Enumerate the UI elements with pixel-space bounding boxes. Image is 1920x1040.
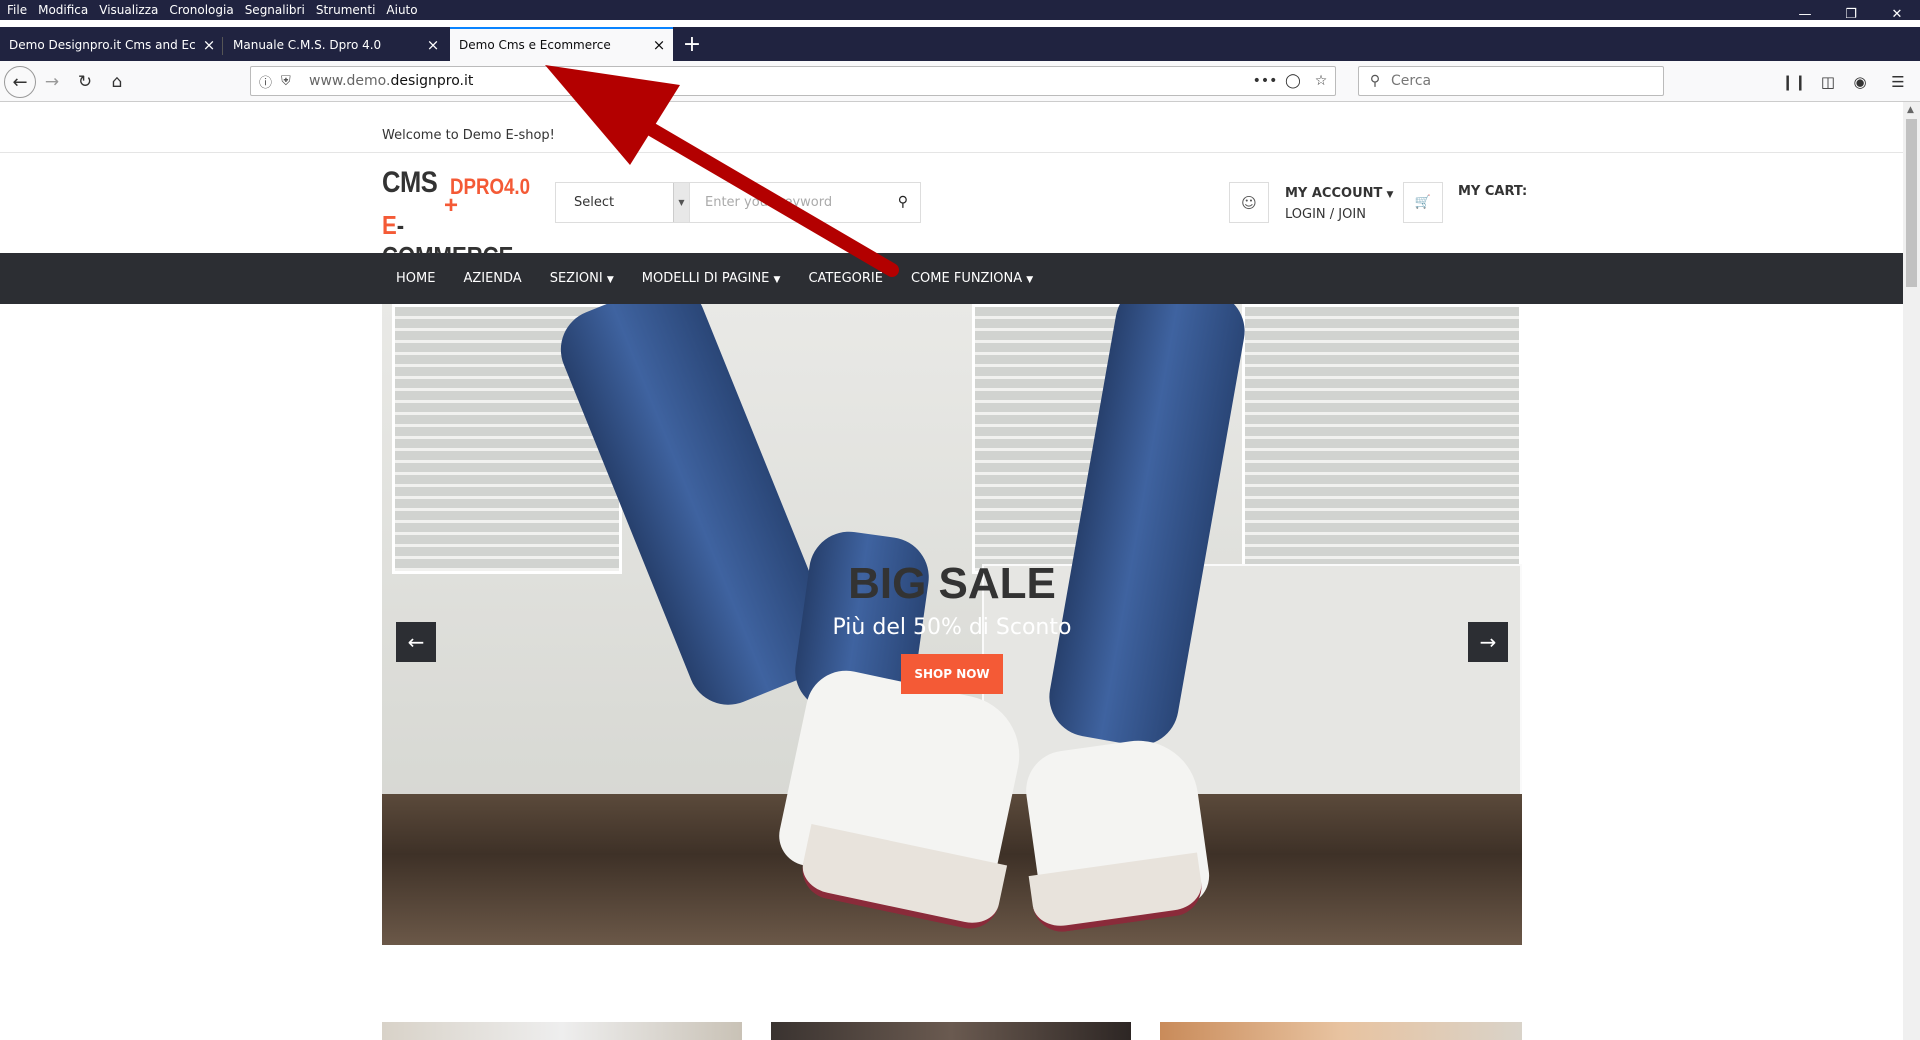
main-navigation: HOME AZIENDA SEZIONI ▼ MODELLI DI PAGINE… <box>0 253 1903 304</box>
scroll-thumb[interactable] <box>1906 119 1917 287</box>
slider-prev-arrow-icon[interactable]: ← <box>396 622 436 662</box>
forward-button[interactable]: → <box>38 68 66 96</box>
search-bar[interactable]: ⚲ Cerca <box>1358 66 1664 96</box>
tab-title: Demo Designpro.it Cms and Ecomm <box>9 38 195 52</box>
nav-label: COME FUNZIONA <box>910 271 1023 286</box>
url-prefix: www.demo. <box>309 73 391 89</box>
tab-strip: Demo Designpro.it Cms and Ecomm × Manual… <box>0 27 1920 61</box>
search-icon[interactable]: ⚲ <box>898 194 908 210</box>
tab-manuale[interactable]: Manuale C.M.S. Dpro 4.0 × <box>224 29 447 61</box>
caret-down-icon: ▼ <box>1026 275 1034 285</box>
nav-categorie[interactable]: CATEGORIE <box>808 271 883 286</box>
slider-next-arrow-icon[interactable]: → <box>1468 622 1508 662</box>
close-window-icon[interactable]: ✕ <box>1874 0 1920 28</box>
tab-title: Demo Cms e Ecommerce <box>459 38 611 52</box>
menu-strumenti[interactable]: Strumenti <box>316 3 376 17</box>
menu-modifica[interactable]: Modifica <box>38 3 88 17</box>
nav-modelli[interactable]: MODELLI DI PAGINE ▼ <box>642 271 781 286</box>
info-icon[interactable]: ⓘ <box>259 72 281 91</box>
nav-label: MODELLI DI PAGINE <box>641 271 770 286</box>
divider <box>0 152 1903 153</box>
tab-demo-cms-active[interactable]: Demo Cms e Ecommerce × <box>450 27 673 61</box>
back-button[interactable]: ← <box>4 66 36 98</box>
minimize-icon[interactable]: — <box>1782 0 1828 28</box>
url-text[interactable]: www.demo.designpro.it <box>303 73 1251 89</box>
logo-cms: CMS <box>382 166 438 199</box>
hamburger-menu-icon[interactable]: ☰ <box>1884 68 1912 96</box>
select-value: Select <box>574 195 615 210</box>
nav-sezioni[interactable]: SEZIONI ▼ <box>550 271 614 286</box>
logo-e: E <box>382 210 397 240</box>
home-button[interactable]: ⌂ <box>103 68 131 96</box>
nav-azienda[interactable]: AZIENDA <box>463 271 521 286</box>
url-bar[interactable]: ⓘ ⛨ www.demo.designpro.it ••• ◯ ☆ <box>250 66 1336 96</box>
login-join-link[interactable]: LOGIN / JOIN <box>1285 207 1366 222</box>
menu-file[interactable]: File <box>7 3 27 17</box>
hero-slider: BIG SALE Più del 50% di Sconto SHOP NOW … <box>382 304 1522 945</box>
menu-aiuto[interactable]: Aiuto <box>386 3 417 17</box>
shield-icon[interactable]: ⛨ <box>281 74 303 89</box>
restore-icon[interactable]: ❐ <box>1828 0 1874 28</box>
library-icon[interactable]: ❙❙ <box>1780 68 1808 96</box>
my-cart-label[interactable]: MY CART: <box>1458 184 1527 199</box>
tab-demo-designpro[interactable]: Demo Designpro.it Cms and Ecomm × <box>0 29 223 61</box>
keyword-placeholder: Enter your keyword <box>705 195 833 210</box>
page-actions-icon[interactable]: ••• <box>1251 73 1279 89</box>
window-shutter <box>1242 304 1522 574</box>
logo-dpro: DPRO4.0 <box>450 174 531 199</box>
search-placeholder: Cerca <box>1391 73 1432 89</box>
hero-title: BIG SALE <box>848 559 1056 608</box>
welcome-text: Welcome to Demo E-shop! <box>382 128 555 143</box>
nav-home[interactable]: HOME <box>396 271 435 286</box>
bookmark-star-icon[interactable]: ☆ <box>1307 73 1335 89</box>
reload-button[interactable]: ↻ <box>71 68 99 96</box>
browser-menubar: File Modifica Visualizza Cronologia Segn… <box>0 0 1920 20</box>
caret-down-icon: ▼ <box>606 275 614 285</box>
window-controls: — ❐ ✕ <box>1782 0 1920 28</box>
user-icon[interactable]: ☺ <box>1229 182 1269 223</box>
cart-icon[interactable]: 🛒 <box>1403 182 1443 223</box>
url-domain: designpro.it <box>390 73 474 89</box>
search-icon: ⚲ <box>1369 73 1381 89</box>
close-tab-icon[interactable]: × <box>195 36 223 54</box>
nav-come-funziona[interactable]: COME FUNZIONA ▼ <box>911 271 1033 286</box>
category-select[interactable]: Select ▼ <box>555 182 690 223</box>
product-thumb[interactable] <box>382 1022 742 1040</box>
page-scrollbar[interactable]: ▲ <box>1903 102 1920 1040</box>
product-thumb[interactable] <box>1160 1022 1522 1040</box>
menu-visualizza[interactable]: Visualizza <box>99 3 158 17</box>
account-icon[interactable]: ◉ <box>1846 68 1874 96</box>
pocket-icon[interactable]: ◯ <box>1279 73 1307 89</box>
nav-label: SEZIONI <box>549 271 603 286</box>
browser-toolbar: ← → ↻ ⌂ ⓘ ⛨ www.demo.designpro.it ••• ◯ … <box>0 61 1920 102</box>
shop-now-button[interactable]: SHOP NOW <box>901 654 1003 694</box>
my-account-label[interactable]: MY ACCOUNT <box>1285 186 1382 201</box>
account-block[interactable]: MY ACCOUNT ▼ LOGIN / JOIN <box>1285 184 1393 225</box>
caret-down-icon: ▼ <box>1386 190 1394 200</box>
close-tab-icon[interactable]: × <box>645 36 673 54</box>
chevron-down-icon: ▼ <box>673 183 689 222</box>
sidebar-icon[interactable]: ◫ <box>1814 68 1842 96</box>
web-page: Welcome to Demo E-shop! CMS DPRO4.0 + E-… <box>0 102 1903 1040</box>
menu-cronologia[interactable]: Cronologia <box>169 3 233 17</box>
menu-segnalibri[interactable]: Segnalibri <box>245 3 305 17</box>
product-thumb[interactable] <box>771 1022 1131 1040</box>
hero-subtitle: Più del 50% di Sconto <box>832 615 1072 640</box>
scroll-up-icon[interactable]: ▲ <box>1907 105 1914 115</box>
caret-down-icon: ▼ <box>773 275 781 285</box>
site-logo[interactable]: CMS DPRO4.0 + E-COMMERCE <box>382 166 542 271</box>
tab-title: Manuale C.M.S. Dpro 4.0 <box>233 38 382 52</box>
keyword-search-input[interactable]: Enter your keyword ⚲ <box>689 182 921 223</box>
close-tab-icon[interactable]: × <box>419 36 447 54</box>
new-tab-button[interactable]: + <box>682 27 702 61</box>
